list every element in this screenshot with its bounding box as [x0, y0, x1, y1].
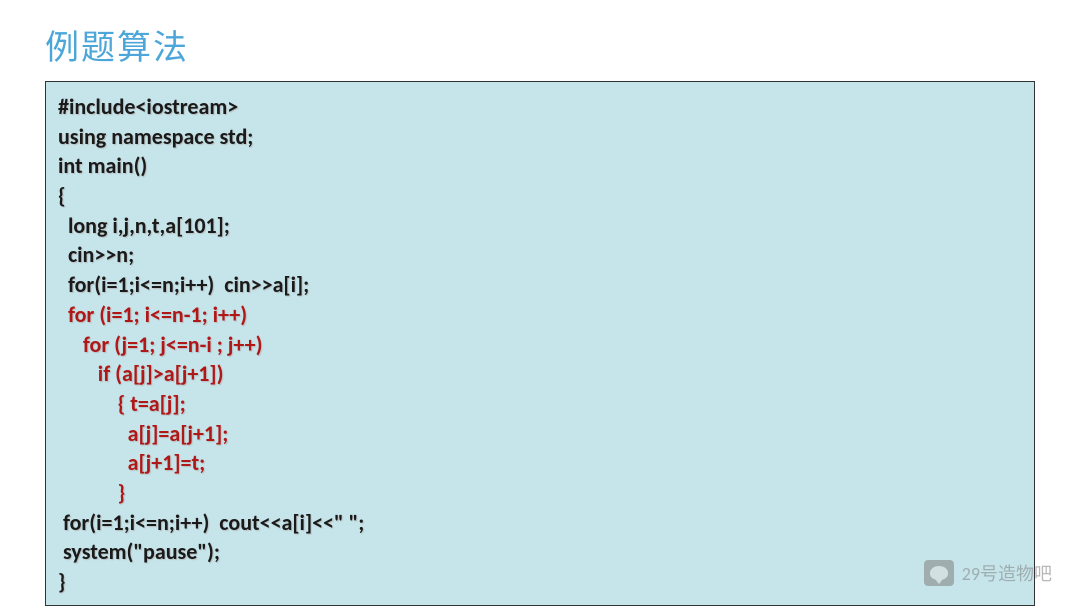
code-line: }: [58, 567, 1022, 597]
code-line: cin>>n;: [58, 240, 1022, 270]
code-line-highlight: { t=a[j];: [58, 389, 1022, 419]
code-line: long i,j,n,t,a[101];: [58, 211, 1022, 241]
code-line: using namespace std;: [58, 122, 1022, 152]
slide-title: 例题算法: [45, 20, 1035, 69]
code-line-highlight: for (j=1; j<=n-i ; j++): [58, 330, 1022, 360]
code-line-highlight: for (i=1; i<=n-1; i++): [58, 300, 1022, 330]
code-line-highlight: a[j+1]=t;: [58, 448, 1022, 478]
code-block: #include<iostream> using namespace std; …: [45, 81, 1035, 606]
slide-container: 例题算法 #include<iostream> using namespace …: [0, 0, 1080, 608]
code-line: system("pause");: [58, 537, 1022, 567]
code-line-highlight: a[j]=a[j+1];: [58, 419, 1022, 449]
code-line-highlight: }: [58, 478, 1022, 508]
code-line: for(i=1;i<=n;i++) cin>>a[i];: [58, 270, 1022, 300]
wechat-icon: [924, 560, 954, 586]
code-line-highlight: if (a[j]>a[j+1]): [58, 359, 1022, 389]
watermark-text: 29号造物吧: [962, 560, 1052, 586]
code-line: for(i=1;i<=n;i++) cout<<a[i]<<" ";: [58, 508, 1022, 538]
watermark: 29号造物吧: [924, 560, 1052, 586]
code-line: #include<iostream>: [58, 92, 1022, 122]
code-line: int main(): [58, 151, 1022, 181]
code-line: {: [58, 181, 1022, 211]
